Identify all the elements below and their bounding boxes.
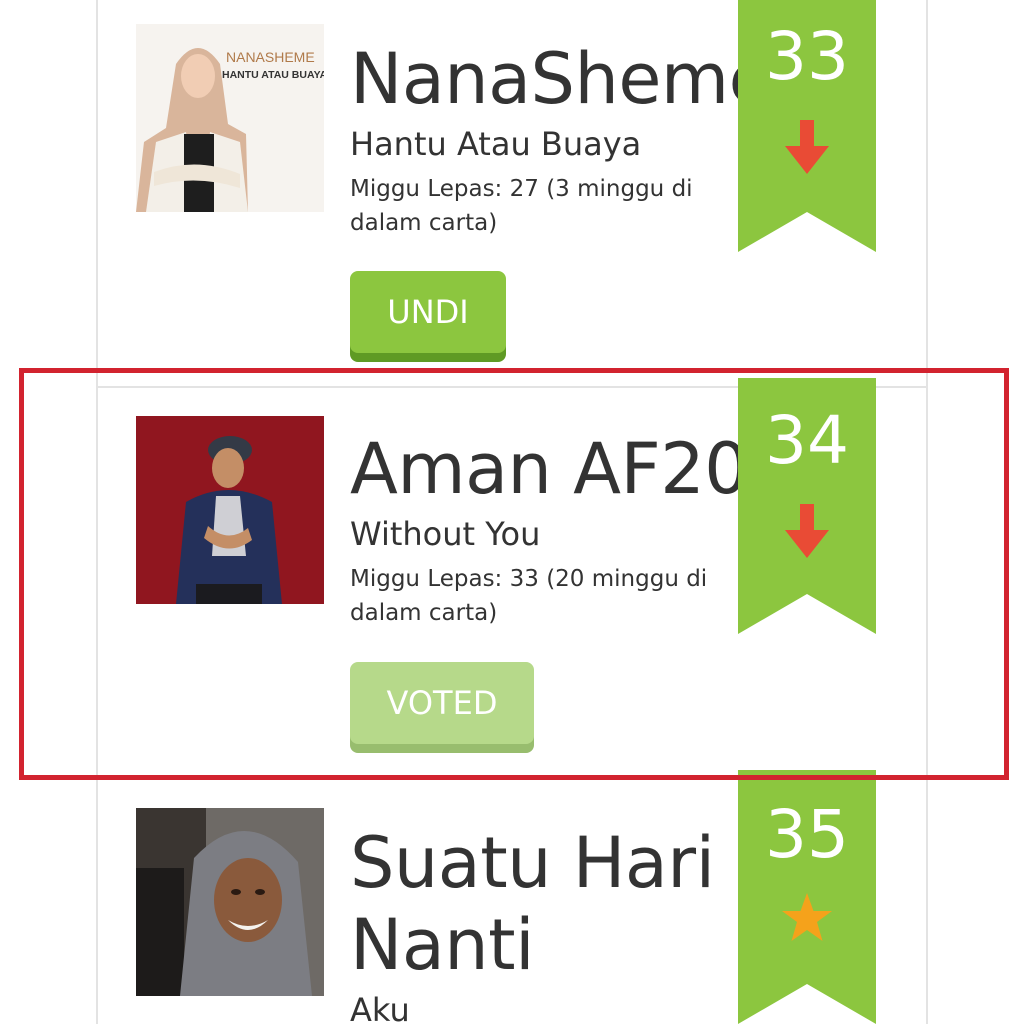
- rank-number: 34: [765, 402, 849, 479]
- album-cover[interactable]: NANASHEME HANTU ATAU BUAYA: [136, 24, 324, 212]
- vote-button[interactable]: UNDI: [350, 271, 506, 353]
- artist-name: NanaSheme: [350, 38, 740, 120]
- arrow-down-icon: [785, 504, 829, 558]
- chart-entry: NANASHEME HANTU ATAU BUAYA NanaSheme Han…: [0, 0, 1024, 386]
- chart-entry: Aman AF2013 Without You Miggu Lepas: 33 …: [0, 378, 1024, 780]
- artist-photo[interactable]: [136, 808, 324, 996]
- rank-ribbon: 33: [738, 0, 876, 252]
- song-title: Aku: [350, 991, 410, 1029]
- rank-ribbon: 35: [738, 770, 876, 1024]
- entry-info: Aman AF2013 Without You Miggu Lepas: 33 …: [350, 428, 740, 630]
- song-title: Hantu Atau Buaya: [350, 125, 642, 163]
- chart-history: Miggu Lepas: 27 (3 minggu di dalam carta…: [350, 176, 693, 236]
- chart-entry: Suatu Hari Nanti Aku 35: [0, 770, 1024, 1029]
- artist-photo[interactable]: [136, 416, 324, 604]
- cover-title: NANASHEME: [226, 49, 315, 65]
- rank-ribbon: 34: [738, 378, 876, 634]
- rank-number: 35: [765, 796, 849, 873]
- artist-name: Aman AF2013: [350, 428, 740, 510]
- star-icon: [782, 893, 832, 941]
- rank-number: 33: [765, 18, 849, 95]
- artist-name: Suatu Hari Nanti: [350, 822, 715, 986]
- entry-info: NanaSheme Hantu Atau Buaya Miggu Lepas: …: [350, 38, 740, 240]
- entry-info: Suatu Hari Nanti Aku: [350, 822, 740, 1030]
- song-title: Without You: [350, 515, 541, 553]
- chart-history: Miggu Lepas: 33 (20 minggu di dalam cart…: [350, 566, 708, 626]
- arrow-down-icon: [785, 120, 829, 174]
- voted-button[interactable]: VOTED: [350, 662, 534, 744]
- cover-subtitle: HANTU ATAU BUAYA: [222, 69, 324, 81]
